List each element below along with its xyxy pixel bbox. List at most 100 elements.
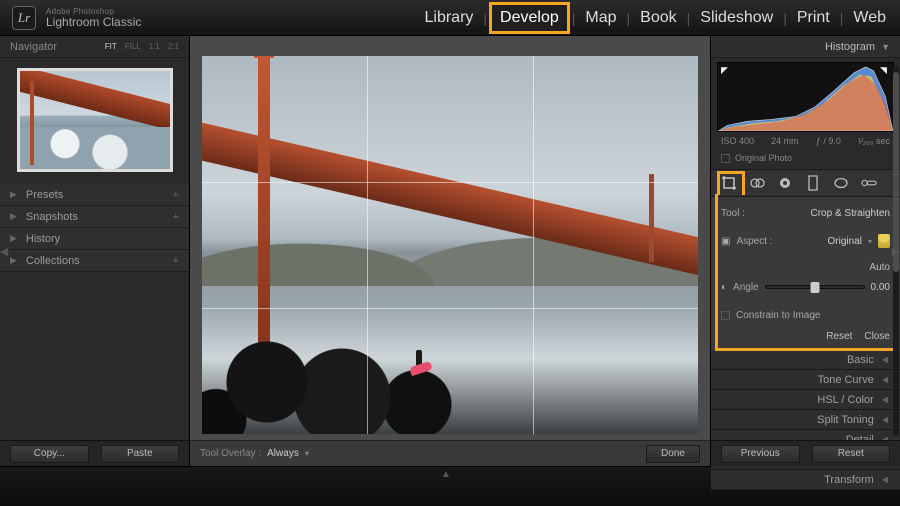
paste-button[interactable]: Paste xyxy=(101,445,180,463)
done-button[interactable]: Done xyxy=(646,445,700,463)
original-photo-toggle[interactable]: Original Photo xyxy=(711,150,900,170)
panel-label: HSL / Color xyxy=(817,394,873,406)
navigator-modes[interactable]: FIT FILL 1:1 2:1 xyxy=(105,42,179,51)
tool-overlay-label: Tool Overlay : xyxy=(200,448,261,459)
angle-icon: ◐ xyxy=(721,282,727,293)
crop-grid-overlay[interactable] xyxy=(202,56,698,434)
panel-tone-curve[interactable]: Tone Curve◀ xyxy=(711,370,900,390)
nav-mode-2to1[interactable]: 2:1 xyxy=(168,42,179,51)
module-picker: Library | Develop | Map | Book | Slidesh… xyxy=(417,2,895,34)
crop-close-button[interactable]: Close xyxy=(864,331,890,342)
left-footer: Copy... Paste xyxy=(0,440,189,466)
histogram-title: Histogram xyxy=(825,41,875,53)
adjustment-brush-icon[interactable] xyxy=(861,175,877,191)
aspect-label: Aspect : xyxy=(736,236,772,247)
graduated-filter-icon[interactable] xyxy=(805,175,821,191)
crop-handle-br[interactable] xyxy=(686,422,698,434)
redeye-icon[interactable] xyxy=(777,175,793,191)
panel-collections[interactable]: ▶Collections + xyxy=(0,250,189,272)
slider-thumb[interactable] xyxy=(810,282,819,293)
previous-button[interactable]: Previous xyxy=(721,445,800,463)
nav-mode-1to1[interactable]: 1:1 xyxy=(149,42,160,51)
crop-handle-bl[interactable] xyxy=(202,422,214,434)
panel-label: Tone Curve xyxy=(818,374,874,386)
panel-label: Presets xyxy=(26,189,63,201)
panel-grip-right[interactable]: ▶ xyxy=(892,240,900,262)
histogram-header[interactable]: Histogram ▼ xyxy=(711,36,900,58)
panel-transform[interactable]: Transform ◀ xyxy=(711,470,900,490)
nav-mode-fit[interactable]: FIT xyxy=(105,42,117,51)
crop-handle-tl[interactable] xyxy=(202,56,214,68)
angle-value[interactable]: 0.00 xyxy=(871,282,890,293)
navigator-title: Navigator xyxy=(10,41,57,53)
chevron-right-icon: ▶ xyxy=(10,233,17,244)
canvas-area: Tool Overlay : Always ▾ Done xyxy=(190,36,710,466)
module-web[interactable]: Web xyxy=(845,5,894,31)
chevron-left-icon: ◀ xyxy=(882,475,888,484)
panel-label: Snapshots xyxy=(26,211,78,223)
navigator-thumbnail[interactable] xyxy=(17,68,173,172)
chevron-up-icon[interactable]: ▲ xyxy=(441,469,459,477)
tool-overlay-value[interactable]: Always xyxy=(267,448,299,459)
constrain-checkbox[interactable] xyxy=(721,311,730,320)
photo-canvas[interactable] xyxy=(202,56,698,434)
spot-removal-icon[interactable] xyxy=(749,175,765,191)
left-panel: Navigator FIT FILL 1:1 2:1 ▶Presets + ▶S… xyxy=(0,36,190,466)
module-slideshow[interactable]: Slideshow xyxy=(692,5,781,31)
panel-history[interactable]: ▶ History xyxy=(0,228,189,250)
histogram[interactable]: ◤ ◥ xyxy=(717,62,894,132)
chevron-left-icon: ◀ xyxy=(882,355,888,364)
panel-presets[interactable]: ▶Presets + xyxy=(0,184,189,206)
module-map[interactable]: Map xyxy=(577,5,624,31)
constrain-label: Constrain to Image xyxy=(736,310,821,321)
aspect-value[interactable]: Original xyxy=(828,236,862,247)
exif-readout: ISO 400 24 mm ƒ / 9.0 ¹⁄₂₀₀ sec xyxy=(711,134,900,150)
angle-label: Angle xyxy=(733,282,759,293)
auto-straighten-button[interactable]: Auto xyxy=(869,262,890,273)
panel-label: Transform xyxy=(824,474,874,486)
add-icon[interactable]: + xyxy=(173,255,179,267)
panel-basic[interactable]: Basic ◀ xyxy=(711,350,900,370)
module-develop[interactable]: Develop xyxy=(489,2,570,34)
tool-name: Crop & Straighten xyxy=(811,208,891,219)
panel-snapshots[interactable]: ▶ Snapshots + xyxy=(0,206,189,228)
navigator-header[interactable]: Navigator FIT FILL 1:1 2:1 xyxy=(0,36,189,58)
right-panel: Histogram ▼ ◤ ◥ ISO 400 24 mm ƒ / 9.0 ¹⁄… xyxy=(710,36,900,466)
panel-grip-left[interactable]: ◀ xyxy=(0,240,8,262)
crop-reset-button[interactable]: Reset xyxy=(826,331,852,342)
module-print[interactable]: Print xyxy=(789,5,838,31)
module-sep: | xyxy=(625,10,633,26)
panel-label: Basic xyxy=(847,354,874,366)
copy-button[interactable]: Copy... xyxy=(10,445,89,463)
exif-aperture: ƒ / 9.0 xyxy=(816,136,841,146)
panel-split-toning[interactable]: Split Toning◀ xyxy=(711,410,900,430)
chevron-right-icon: ▶ xyxy=(10,255,17,266)
tool-label: Tool : xyxy=(721,208,745,219)
exif-focal: 24 mm xyxy=(771,136,799,146)
reset-button[interactable]: Reset xyxy=(812,445,891,463)
dropdown-icon[interactable]: ▾ xyxy=(305,449,309,458)
exif-iso: ISO 400 xyxy=(721,136,754,146)
crop-handle-tr[interactable] xyxy=(686,56,698,68)
module-book[interactable]: Book xyxy=(632,5,684,31)
brand-main: Lightroom Classic xyxy=(46,16,141,28)
exif-shutter: ¹⁄₂₀₀ sec xyxy=(858,136,890,146)
aspect-menu-icon[interactable]: ▾ xyxy=(868,237,872,246)
radial-filter-icon[interactable] xyxy=(833,175,849,191)
develop-toolstrip xyxy=(711,170,900,197)
app-badge: Lr xyxy=(12,6,36,30)
app-titlebar: Lr Adobe Photoshop Lightroom Classic Lib… xyxy=(0,0,900,36)
angle-slider[interactable] xyxy=(765,285,865,289)
brand: Lr Adobe Photoshop Lightroom Classic xyxy=(12,6,141,30)
panel-label: Split Toning xyxy=(817,414,874,426)
panel-label: History xyxy=(26,233,60,245)
panel-hsl-color[interactable]: HSL / Color◀ xyxy=(711,390,900,410)
lock-icon[interactable] xyxy=(878,234,890,248)
right-footer: Previous Reset xyxy=(711,440,900,466)
checkbox-icon[interactable] xyxy=(721,154,730,163)
add-icon[interactable]: + xyxy=(173,189,179,201)
chevron-right-icon: ▶ xyxy=(10,211,17,222)
add-icon[interactable]: + xyxy=(173,211,179,223)
nav-mode-fill[interactable]: FILL xyxy=(125,42,141,51)
module-library[interactable]: Library xyxy=(417,5,482,31)
